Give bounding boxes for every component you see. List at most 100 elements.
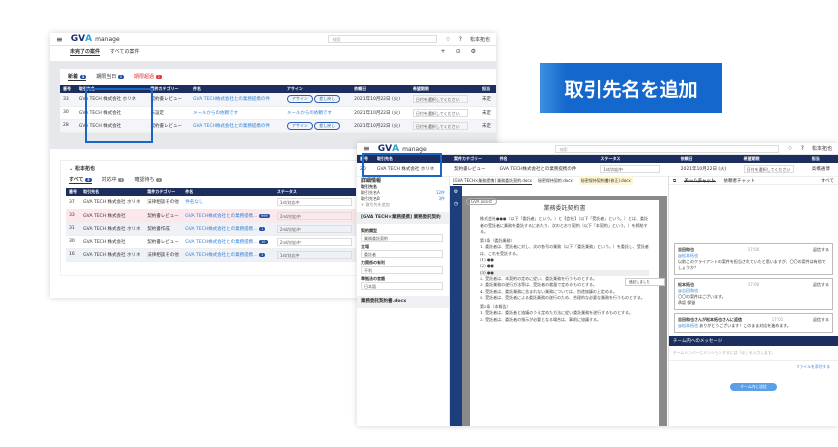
search-input[interactable]: 検索 xyxy=(554,144,780,153)
bell-icon[interactable]: ♢ xyxy=(787,145,792,152)
row-owner[interactable]: 未定 xyxy=(478,119,496,133)
row-title-link[interactable]: 件名なし xyxy=(182,196,274,210)
status-select[interactable]: 1st/対応中 xyxy=(600,165,661,174)
prop-select[interactable]: 業務委託契約 xyxy=(361,234,443,242)
attach-file-link[interactable]: ファイルを添付する xyxy=(669,361,838,373)
row-owner[interactable]: 高橋通博 xyxy=(808,163,838,177)
search-input[interactable]: 検索 xyxy=(327,35,438,43)
section-title: ⌄ 松本拓也 xyxy=(69,166,95,172)
row-category: 契約書レビュー xyxy=(450,163,497,177)
case-tabs: 未完了の案件 すべての案件 + ⊙ ⚙ xyxy=(50,46,496,58)
bell-icon[interactable]: ♢ xyxy=(445,36,450,43)
assign-button[interactable]: アサイン xyxy=(286,95,313,104)
message-count-badge: 10 xyxy=(259,239,268,244)
row-category: 契約書レビュー xyxy=(144,209,183,223)
reply-button[interactable]: 返信する xyxy=(813,282,829,288)
table-row[interactable]: 31 GVA TECH 株式会社 ホリネ 契約書作成 GVA TECH株式会社との業務… xyxy=(66,222,356,236)
row-owner[interactable]: 未定 xyxy=(478,93,496,107)
row-assign[interactable]: メールからの依頼です xyxy=(283,106,352,120)
row-date: 2021年10月22日 (火) xyxy=(351,119,410,133)
user-name[interactable]: 松本拓也 xyxy=(470,36,490,43)
row-title-link[interactable]: GVA TECH株式会社との業務提携… xyxy=(185,253,257,258)
col-category: 案件カテゴリー xyxy=(144,188,183,196)
menu-icon[interactable]: ≡ xyxy=(363,144,370,153)
copy-icon[interactable]: ⧉ xyxy=(673,178,676,184)
document-page: 業務委託契約書 株式会社●●●（以下「委託者」という。）と【会社】（以下「受託者… xyxy=(470,200,659,426)
message-input[interactable]: チームメンバーにメンションするには「@」を入力します。 xyxy=(669,346,838,361)
status-select[interactable]: 2nd/対応中 xyxy=(276,237,352,246)
reply-button[interactable]: 返信する xyxy=(813,247,829,253)
tab-all-mine[interactable]: すべて 5 xyxy=(69,176,92,184)
status-select[interactable]: 2nd/対応中 xyxy=(276,211,352,220)
add-icon[interactable]: + xyxy=(441,48,446,56)
reply-button[interactable]: 返信する xyxy=(813,317,829,323)
tab-team-chat[interactable]: チームチャット xyxy=(684,178,716,184)
row-title-link[interactable]: GVA TECH株式会社との業務提携… xyxy=(185,227,257,232)
gear-icon[interactable]: ⚙ xyxy=(471,48,476,56)
document-heading: 業務委託契約書.docx xyxy=(357,296,449,308)
gva-assist-icon[interactable]: ⚙ xyxy=(450,189,462,195)
tool-strip: ⚙ ◷ xyxy=(450,186,462,426)
history-icon[interactable]: ◷ xyxy=(450,201,462,207)
row-title-link[interactable]: GVA TECH株式会社との業務提携… xyxy=(185,240,257,245)
tab-in-progress[interactable]: 対応中 3 xyxy=(102,176,125,184)
menu-icon[interactable]: ≡ xyxy=(56,35,63,44)
row-no: 30 xyxy=(60,106,76,120)
doc-paragraph: 1. 委託者は、受託者に対し、次の各号の業務（以下「委託業務」という。）を委託し… xyxy=(480,244,649,256)
doc-tab[interactable]: [GVA TECH×業務提携] 業務委託契約.docx xyxy=(453,176,532,185)
gva-assist-button[interactable]: GVA assist xyxy=(466,198,497,205)
status-select[interactable]: 1st/対応中 xyxy=(276,198,352,207)
subtab-new[interactable]: 新着 3 xyxy=(68,73,87,81)
subtab-overdue[interactable]: 期限超過 2 xyxy=(134,73,162,81)
row-title-link[interactable]: メールからの依頼です xyxy=(189,106,284,120)
table-row[interactable]: 30 GVA TECH 株式会社 契約書レビュー GVA TECH株式会社との業務提携… xyxy=(66,235,356,249)
add-client-link[interactable]: + 取引先を追加 xyxy=(361,202,445,208)
row-date: 2021年10月22日 (火) xyxy=(351,93,410,107)
send-team-button[interactable]: チーム内に送信 xyxy=(730,383,777,391)
user-name[interactable]: 松本拓也 xyxy=(812,145,832,152)
row-title-link[interactable]: GVA TECH株式会社との業務提携の件 xyxy=(189,119,284,133)
comment-bubble[interactable]: 追記しました xyxy=(625,278,665,286)
row-category: 法律相談その他 xyxy=(144,248,183,262)
client-column-highlight xyxy=(85,88,153,143)
prop-select[interactable]: 日本語 xyxy=(361,282,443,290)
table-row[interactable]: 37 GVA TECH 株式会社 ホリネ 法律相談その他 件名なし 1st/対応中 xyxy=(66,196,356,210)
tab-all[interactable]: すべての案件 xyxy=(110,48,139,56)
client-column-highlight-front xyxy=(362,153,442,177)
status-select[interactable]: 2nd/対応中 xyxy=(276,224,352,233)
filter-all[interactable]: すべて xyxy=(821,178,834,184)
due-date-picker[interactable]: 日付を選択してください xyxy=(743,165,794,174)
due-date-picker[interactable]: 日付を選択してください xyxy=(412,121,468,130)
row-title-link[interactable]: GVA TECH株式会社との業務提携の件 xyxy=(189,93,284,107)
subtab-due-today[interactable]: 期限当日 0 xyxy=(96,73,125,81)
due-date-picker[interactable]: 日付を選択してください xyxy=(412,95,468,104)
row-client: GVA TECH 株式会社 xyxy=(80,235,145,249)
table-row[interactable]: 16 GVA TECH 株式会社 ホリネ 法律相談その他 GVA TECH株式会社との… xyxy=(66,248,356,262)
col-no: 番号 xyxy=(60,85,76,93)
tab-incomplete[interactable]: 未完了の案件 xyxy=(70,48,101,56)
row-client: GVA TECH 株式会社 ホリネ xyxy=(80,222,145,236)
row-no: 30 xyxy=(66,235,81,249)
return-button[interactable]: 差し戻し xyxy=(314,121,341,130)
download-icon[interactable]: ⊙ xyxy=(456,48,461,56)
col-due: 希望期限 xyxy=(740,155,809,163)
doc-tab[interactable]: 秘密保持契約.docx xyxy=(538,176,573,185)
doc-tab[interactable]: 秘密保持契約書(修正).docx xyxy=(578,176,633,185)
prop-select[interactable]: 不利 xyxy=(361,266,443,274)
row-owner[interactable]: 未定 xyxy=(478,106,496,120)
message-count-badge: 1 xyxy=(259,226,266,231)
col-title: 件名 xyxy=(496,155,598,163)
help-icon[interactable]: ? xyxy=(459,36,462,43)
tab-client-chat[interactable]: 依頼者チャット xyxy=(724,178,755,184)
contract-heading: [GVA TECH×業務提携] 業務委託契約 xyxy=(357,212,449,224)
prop-select[interactable]: 委託者 xyxy=(361,250,443,258)
help-icon[interactable]: ? xyxy=(801,145,804,152)
status-select[interactable]: 1st/対応中 xyxy=(276,250,352,259)
return-button[interactable]: 差し戻し xyxy=(314,95,341,104)
due-date-picker[interactable]: 日付を選択してください xyxy=(412,108,468,117)
row-title-link[interactable]: GVA TECH株式会社との業務提携… xyxy=(185,214,257,219)
table-row[interactable]: 33 GVA TECH 株式会社 契約書レビュー GVA TECH株式会社との業務提携… xyxy=(66,209,356,223)
row-no: 28 xyxy=(60,119,76,133)
tab-awaiting[interactable]: 確認待ち 2 xyxy=(134,176,163,184)
assign-button[interactable]: アサイン xyxy=(286,121,313,130)
